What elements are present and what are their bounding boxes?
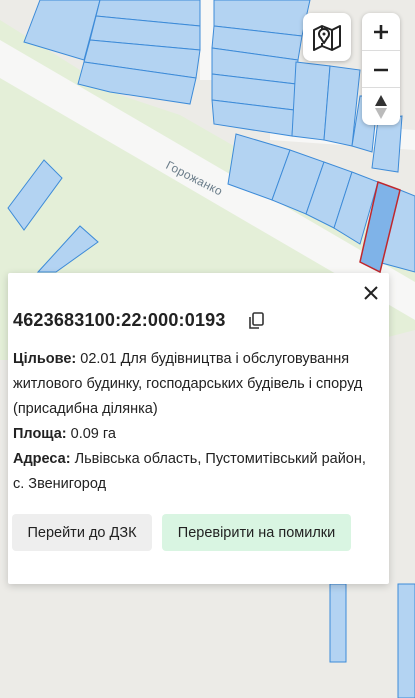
zoom-out-button[interactable] [362, 51, 400, 88]
reset-north-button[interactable] [362, 88, 400, 125]
copy-icon [249, 312, 264, 329]
cadastral-number: 4623683100:22:000:0193 [13, 310, 226, 330]
zoom-controls [362, 13, 400, 125]
map-layers-icon [313, 25, 341, 51]
map-layers-button[interactable] [303, 13, 351, 61]
purpose-label: Цільове: [13, 351, 77, 367]
minus-icon [374, 68, 388, 71]
compass-north-icon [375, 94, 387, 119]
parcel[interactable] [291, 61, 331, 141]
parcel[interactable] [329, 583, 347, 663]
address-row: Адреса: Львівська область, Пустомитівськ… [13, 447, 373, 497]
go-to-dzk-button[interactable]: Перейти до ДЗК [12, 514, 152, 551]
zoom-in-button[interactable] [362, 13, 400, 50]
close-icon [364, 286, 378, 300]
area-row: Площа: 0.09 га [13, 422, 373, 447]
parcel[interactable] [397, 583, 415, 698]
check-errors-button[interactable]: Перевірити на помилки [162, 514, 351, 551]
copy-button[interactable] [248, 312, 264, 330]
close-button[interactable] [361, 283, 381, 303]
purpose-row: Цільове: 02.01 Для будівництва і обслуго… [13, 347, 373, 422]
area-value: 0.09 га [70, 426, 116, 442]
parcel-details: Цільове: 02.01 Для будівництва і обслуго… [13, 347, 373, 497]
green-area-bottom [0, 585, 415, 698]
area-label: Площа: [13, 426, 67, 442]
plus-icon [374, 24, 388, 39]
address-label: Адреса: [13, 451, 71, 467]
parcel-info-panel: 4623683100:22:000:0193 Цільове: 02.01 Дл… [8, 273, 389, 584]
